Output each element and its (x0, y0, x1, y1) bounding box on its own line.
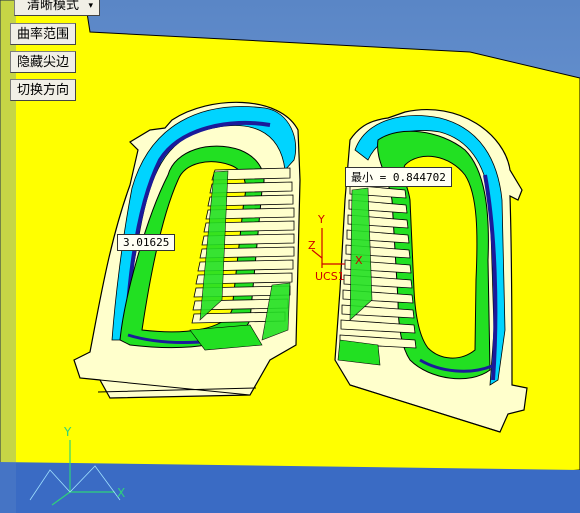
csys-z-label: Z (308, 239, 316, 252)
graphics-viewport[interactable]: 清晰模式 ▾ 曲率范围 隐藏尖边 切换方向 3.01625 最小 = 0.844… (0, 0, 580, 513)
display-mode-value: 清晰模式 (27, 0, 80, 13)
toggle-direction-button[interactable]: 切换方向 (10, 79, 77, 101)
curvature-range-button[interactable]: 曲率范围 (10, 23, 77, 45)
triad-x-label: X (117, 486, 126, 500)
chevron-down-icon: ▾ (88, 1, 93, 11)
hide-sharp-edges-button[interactable]: 隐藏尖边 (10, 51, 77, 73)
csys-y-label: Y (318, 213, 325, 226)
lower-background-band (0, 462, 580, 513)
left-edge-shade (0, 0, 16, 513)
curvature-value-label: 3.01625 (117, 234, 176, 251)
csys-x-label: X (355, 254, 363, 267)
model-view (0, 0, 580, 513)
display-mode-select[interactable]: 清晰模式 ▾ (14, 0, 100, 16)
csys-name-label: UCS1 (315, 270, 345, 283)
min-curvature-label: 最小 = 0.844702 (345, 167, 452, 187)
right-part (334, 109, 528, 433)
triad-y-label: Y (64, 425, 72, 439)
